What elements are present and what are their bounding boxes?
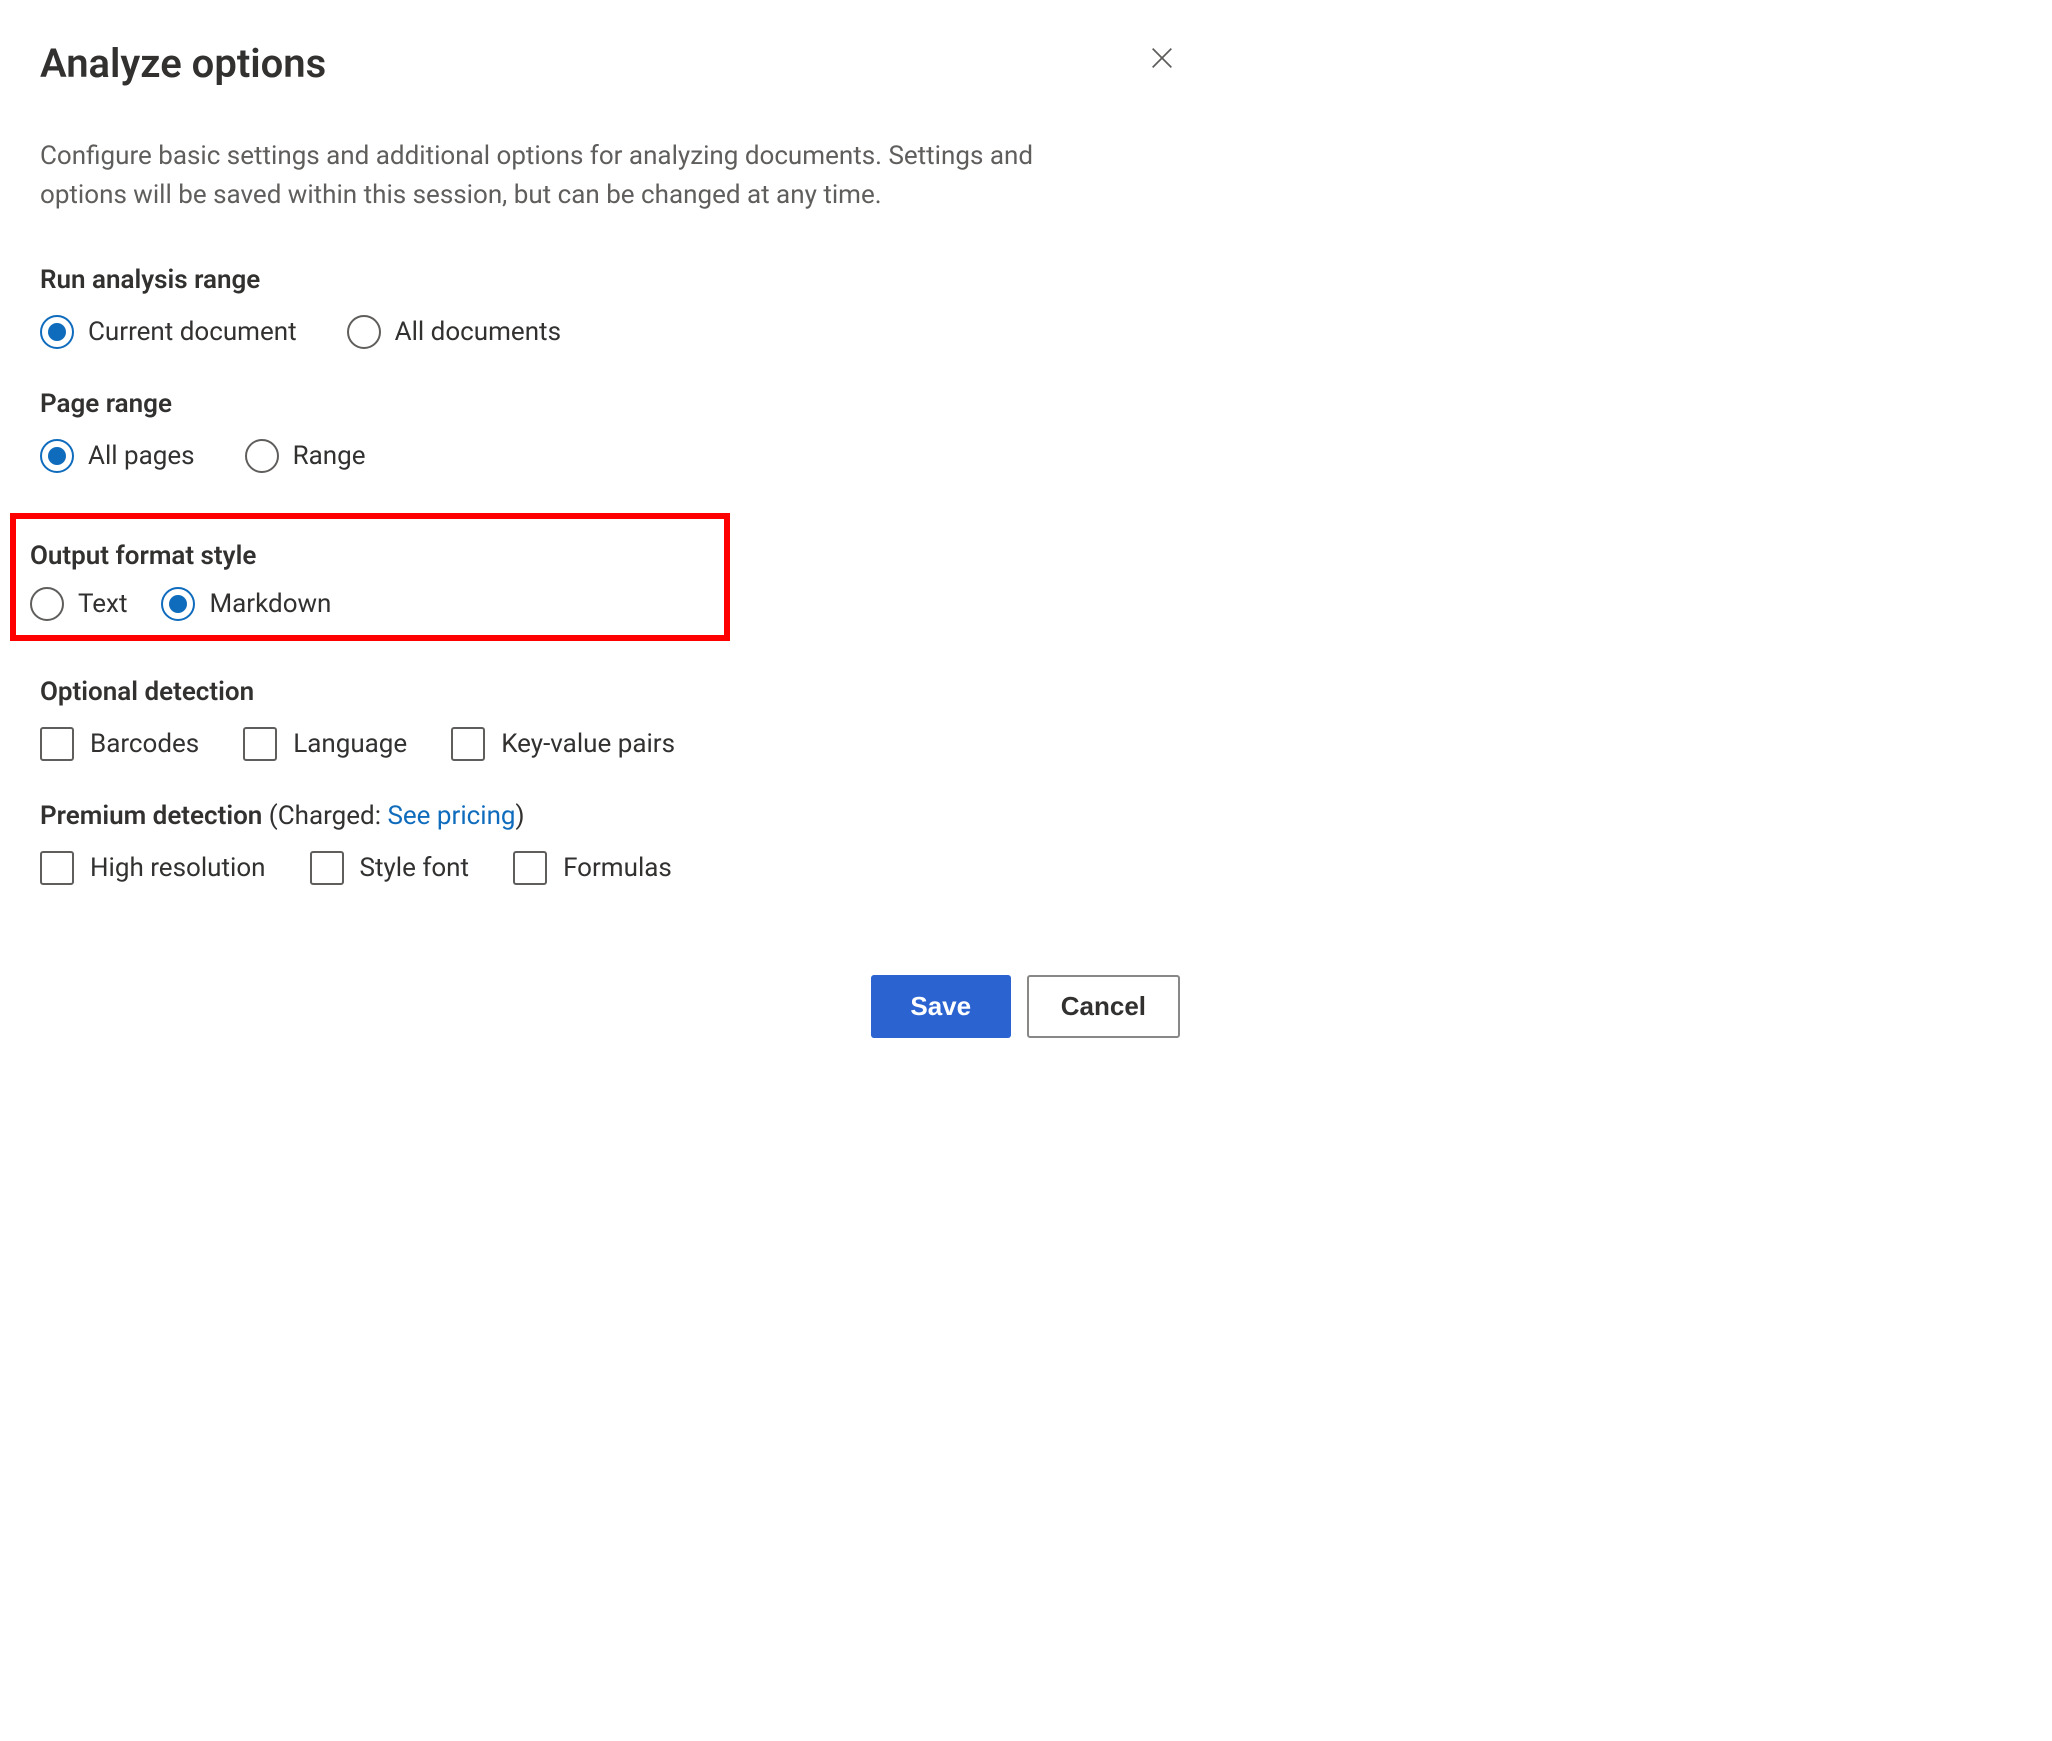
radio-text[interactable]: Text <box>30 587 127 621</box>
radio-icon <box>161 587 195 621</box>
radio-icon <box>30 587 64 621</box>
radio-label: All pages <box>88 441 195 471</box>
optional-detection-section: Optional detection Barcodes Language Key… <box>40 677 1180 761</box>
close-icon <box>1148 44 1176 72</box>
radio-icon <box>245 439 279 473</box>
radio-label: Markdown <box>209 589 331 619</box>
page-range-radio-group: All pages Range <box>40 439 1180 473</box>
analysis-range-radio-group: Current document All documents <box>40 315 1180 349</box>
checkbox-label: High resolution <box>90 853 266 883</box>
premium-detection-label: Premium detection (Charged: See pricing) <box>40 801 1180 831</box>
cancel-button[interactable]: Cancel <box>1027 975 1180 1038</box>
premium-charged-prefix: (Charged: <box>269 801 388 831</box>
radio-label: Current document <box>88 317 297 347</box>
analysis-range-label: Run analysis range <box>40 265 1180 295</box>
dialog-footer: Save Cancel <box>40 975 1180 1038</box>
analysis-range-section: Run analysis range Current document All … <box>40 265 1180 349</box>
radio-all-pages[interactable]: All pages <box>40 439 195 473</box>
output-format-radio-group: Text Markdown <box>30 587 710 621</box>
checkbox-high-resolution[interactable]: High resolution <box>40 851 266 885</box>
radio-markdown[interactable]: Markdown <box>161 587 331 621</box>
checkbox-icon <box>40 727 74 761</box>
checkbox-label: Barcodes <box>90 729 199 759</box>
radio-icon <box>40 315 74 349</box>
checkbox-formulas[interactable]: Formulas <box>513 851 672 885</box>
radio-current-document[interactable]: Current document <box>40 315 297 349</box>
page-range-label: Page range <box>40 389 1180 419</box>
optional-detection-label: Optional detection <box>40 677 1180 707</box>
optional-detection-group: Barcodes Language Key-value pairs <box>40 727 1180 761</box>
dialog-description: Configure basic settings and additional … <box>40 137 1090 215</box>
radio-label: Text <box>78 589 127 619</box>
checkbox-label: Formulas <box>563 853 672 883</box>
close-button[interactable] <box>1144 40 1180 76</box>
see-pricing-link[interactable]: See pricing <box>387 801 515 831</box>
checkbox-icon <box>310 851 344 885</box>
output-format-label: Output format style <box>30 541 710 571</box>
radio-label: Range <box>293 441 366 471</box>
checkbox-label: Language <box>293 729 407 759</box>
checkbox-label: Style font <box>360 853 470 883</box>
save-button[interactable]: Save <box>871 975 1011 1038</box>
output-format-highlight: Output format style Text Markdown <box>10 513 730 641</box>
checkbox-barcodes[interactable]: Barcodes <box>40 727 199 761</box>
radio-all-documents[interactable]: All documents <box>347 315 561 349</box>
radio-range[interactable]: Range <box>245 439 366 473</box>
checkbox-icon <box>40 851 74 885</box>
checkbox-icon <box>513 851 547 885</box>
radio-icon <box>40 439 74 473</box>
checkbox-style-font[interactable]: Style font <box>310 851 470 885</box>
premium-detection-section: Premium detection (Charged: See pricing)… <box>40 801 1180 885</box>
checkbox-key-value-pairs[interactable]: Key-value pairs <box>451 727 675 761</box>
radio-label: All documents <box>395 317 561 347</box>
dialog-header: Analyze options <box>40 40 1180 87</box>
premium-label-prefix: Premium detection <box>40 801 269 831</box>
checkbox-icon <box>451 727 485 761</box>
analyze-options-dialog: Analyze options Configure basic settings… <box>40 40 1180 1038</box>
radio-icon <box>347 315 381 349</box>
page-range-section: Page range All pages Range <box>40 389 1180 473</box>
premium-charged-suffix: ) <box>516 801 525 831</box>
dialog-title: Analyze options <box>40 40 326 87</box>
premium-detection-group: High resolution Style font Formulas <box>40 851 1180 885</box>
checkbox-language[interactable]: Language <box>243 727 407 761</box>
checkbox-icon <box>243 727 277 761</box>
checkbox-label: Key-value pairs <box>501 729 675 759</box>
